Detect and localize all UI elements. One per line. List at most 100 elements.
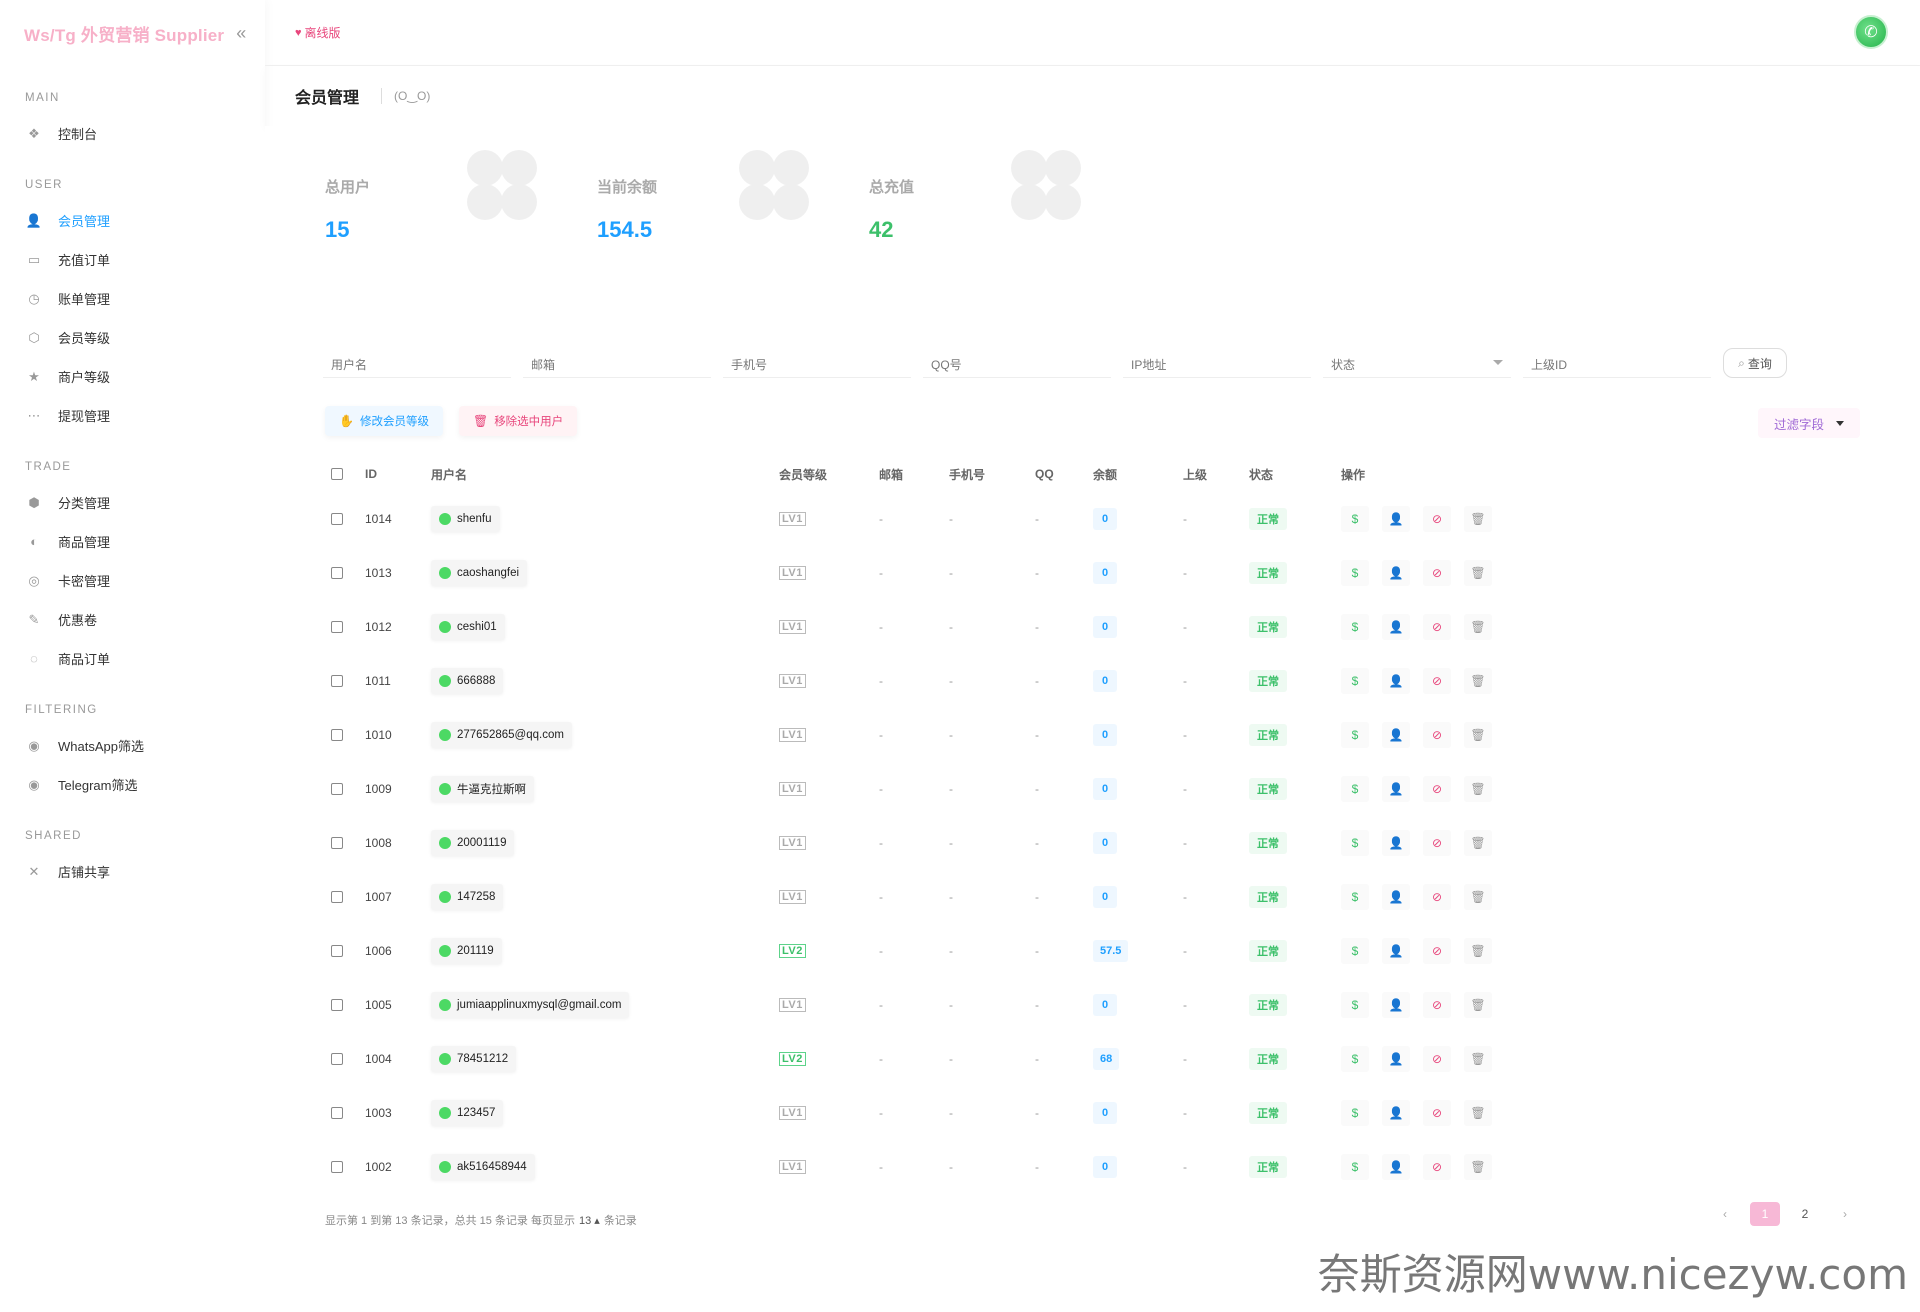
ban-icon[interactable]: ⊘	[1423, 884, 1451, 910]
query-button[interactable]: ⌕ 查询	[1723, 348, 1787, 378]
trash-icon[interactable]: 🗑	[1464, 884, 1492, 910]
edit-user-icon[interactable]: 👤	[1382, 884, 1410, 910]
filter-input[interactable]: 上级ID	[1523, 348, 1711, 378]
edit-user-icon[interactable]: 👤	[1382, 1154, 1410, 1180]
trash-icon[interactable]: 🗑	[1464, 938, 1492, 964]
edit-user-icon[interactable]: 👤	[1382, 560, 1410, 586]
filter-fields-dropdown[interactable]: 过滤字段	[1757, 408, 1860, 438]
trash-icon[interactable]: 🗑	[1464, 560, 1492, 586]
username-chip[interactable]: 20001119	[431, 830, 515, 856]
edit-user-icon[interactable]: 👤	[1382, 830, 1410, 856]
trash-icon[interactable]: 🗑	[1464, 506, 1492, 532]
username-chip[interactable]: ceshi01	[431, 614, 505, 640]
page-button[interactable]: 1	[1750, 1202, 1780, 1226]
sidebar-item[interactable]: ◉ WhatsApp筛选	[0, 726, 265, 765]
sidebar-item[interactable]: ◷ 账单管理	[0, 279, 265, 318]
sidebar-item[interactable]: ❖ 控制台	[0, 114, 265, 153]
username-chip[interactable]: 277652865@qq.com	[431, 722, 572, 748]
sidebar-item[interactable]: ★ 商户等级	[0, 357, 265, 396]
trash-icon[interactable]: 🗑	[1464, 722, 1492, 748]
row-checkbox[interactable]	[331, 567, 343, 579]
ban-icon[interactable]: ⊘	[1423, 830, 1451, 856]
status-select[interactable]: 状态	[1323, 348, 1511, 378]
row-checkbox[interactable]	[331, 837, 343, 849]
row-checkbox[interactable]	[331, 783, 343, 795]
row-checkbox[interactable]	[331, 999, 343, 1011]
trash-icon[interactable]: 🗑	[1464, 1100, 1492, 1126]
username-chip[interactable]: jumiaapplinuxmysql@gmail.com	[431, 992, 630, 1018]
sidebar-item[interactable]: ◎ 卡密管理	[0, 561, 265, 600]
edit-user-icon[interactable]: 👤	[1382, 1046, 1410, 1072]
collapse-sidebar-icon[interactable]: «	[236, 23, 246, 44]
username-chip[interactable]: 147258	[431, 884, 504, 910]
username-chip[interactable]: 123457	[431, 1100, 504, 1126]
row-checkbox[interactable]	[331, 729, 343, 741]
trash-icon[interactable]: 🗑	[1464, 1046, 1492, 1072]
sidebar-item[interactable]: ⬡ 会员等级	[0, 318, 265, 357]
username-chip[interactable]: shenfu	[431, 506, 500, 532]
recharge-icon[interactable]: $	[1341, 506, 1369, 532]
trash-icon[interactable]: 🗑	[1464, 668, 1492, 694]
select-all-checkbox[interactable]	[331, 468, 343, 480]
sidebar-item[interactable]: ✎ 优惠卷	[0, 600, 265, 639]
ban-icon[interactable]: ⊘	[1423, 992, 1451, 1018]
ban-icon[interactable]: ⊘	[1423, 1100, 1451, 1126]
modify-level-button[interactable]: ✋ 修改会员等级	[325, 406, 443, 436]
per-page-select[interactable]: 13 ▴	[579, 1214, 600, 1227]
edit-user-icon[interactable]: 👤	[1382, 506, 1410, 532]
username-chip[interactable]: 201119	[431, 938, 502, 964]
ban-icon[interactable]: ⊘	[1423, 1154, 1451, 1180]
edit-user-icon[interactable]: 👤	[1382, 722, 1410, 748]
sidebar-item[interactable]: ◌ 商品订单	[0, 639, 265, 678]
ban-icon[interactable]: ⊘	[1423, 938, 1451, 964]
username-chip[interactable]: 牛逼克拉斯啊	[431, 776, 534, 802]
trash-icon[interactable]: 🗑	[1464, 1154, 1492, 1180]
trash-icon[interactable]: 🗑	[1464, 776, 1492, 802]
edit-user-icon[interactable]: 👤	[1382, 776, 1410, 802]
username-chip[interactable]: ak516458944	[431, 1154, 535, 1180]
edit-user-icon[interactable]: 👤	[1382, 614, 1410, 640]
brand-logo-text[interactable]: Ws/Tg 外贸营销 Supplier	[24, 21, 224, 46]
row-checkbox[interactable]	[331, 945, 343, 957]
next-page-button[interactable]: ›	[1830, 1202, 1860, 1226]
sidebar-item[interactable]: ▭ 充值订单	[0, 240, 265, 279]
recharge-icon[interactable]: $	[1341, 1154, 1369, 1180]
edit-user-icon[interactable]: 👤	[1382, 668, 1410, 694]
filter-input[interactable]: 手机号	[723, 348, 911, 378]
edit-user-icon[interactable]: 👤	[1382, 1100, 1410, 1126]
ban-icon[interactable]: ⊘	[1423, 560, 1451, 586]
username-chip[interactable]: 666888	[431, 668, 504, 694]
recharge-icon[interactable]: $	[1341, 614, 1369, 640]
recharge-icon[interactable]: $	[1341, 668, 1369, 694]
sidebar-item[interactable]: ✕ 店铺共享	[0, 852, 265, 891]
filter-input[interactable]: 邮箱	[523, 348, 711, 378]
row-checkbox[interactable]	[331, 891, 343, 903]
trash-icon[interactable]: 🗑	[1464, 992, 1492, 1018]
sidebar-item[interactable]: ◐ 商品管理	[0, 522, 265, 561]
sidebar-item[interactable]: 👤 会员管理	[0, 201, 265, 240]
username-chip[interactable]: caoshangfei	[431, 560, 528, 586]
recharge-icon[interactable]: $	[1341, 884, 1369, 910]
recharge-icon[interactable]: $	[1341, 722, 1369, 748]
ban-icon[interactable]: ⊘	[1423, 722, 1451, 748]
edit-user-icon[interactable]: 👤	[1382, 992, 1410, 1018]
row-checkbox[interactable]	[331, 513, 343, 525]
recharge-icon[interactable]: $	[1341, 938, 1369, 964]
ban-icon[interactable]: ⊘	[1423, 506, 1451, 532]
recharge-icon[interactable]: $	[1341, 1100, 1369, 1126]
ban-icon[interactable]: ⊘	[1423, 776, 1451, 802]
recharge-icon[interactable]: $	[1341, 830, 1369, 856]
ban-icon[interactable]: ⊘	[1423, 1046, 1451, 1072]
row-checkbox[interactable]	[331, 1161, 343, 1173]
row-checkbox[interactable]	[331, 675, 343, 687]
recharge-icon[interactable]: $	[1341, 1046, 1369, 1072]
sidebar-item[interactable]: ⬢ 分类管理	[0, 483, 265, 522]
sidebar-item[interactable]: ⋯ 提现管理	[0, 396, 265, 435]
recharge-icon[interactable]: $	[1341, 992, 1369, 1018]
trash-icon[interactable]: 🗑	[1464, 614, 1492, 640]
prev-page-button[interactable]: ‹	[1710, 1202, 1740, 1226]
trash-icon[interactable]: 🗑	[1464, 830, 1492, 856]
offline-tag[interactable]: ♥ 离线版	[295, 24, 341, 41]
filter-input[interactable]: 用户名	[323, 348, 511, 378]
row-checkbox[interactable]	[331, 1107, 343, 1119]
